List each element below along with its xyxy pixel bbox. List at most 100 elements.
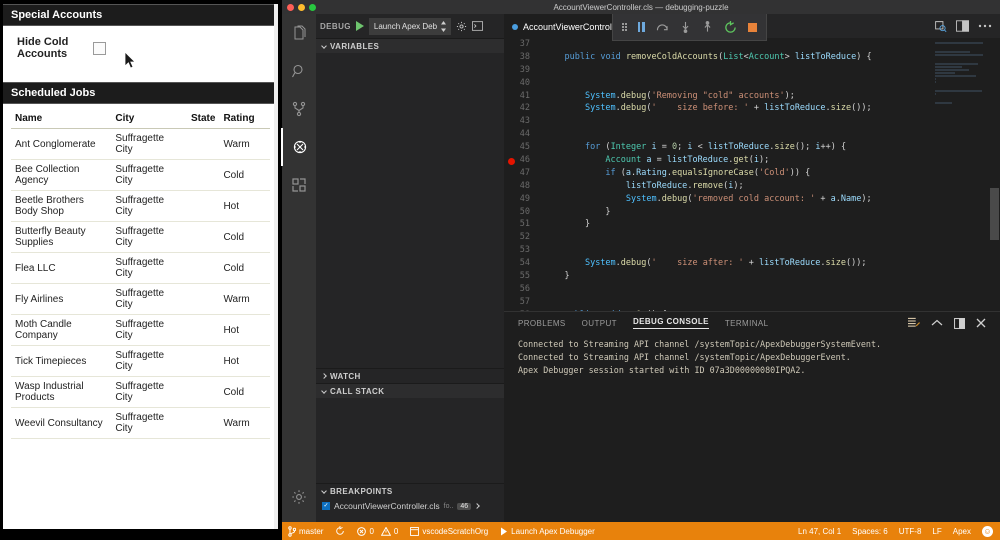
table-row[interactable]: Weevil Consultancy Suffragette City Warm: [11, 407, 270, 439]
code-line[interactable]: 56: [504, 283, 1000, 296]
bottom-panel: PROBLEMS OUTPUT DEBUG CONSOLE TERMINAL C…: [504, 311, 1000, 522]
status-git-branch[interactable]: master: [288, 525, 323, 537]
editor-vertical-scrollbar[interactable]: [988, 38, 1000, 312]
code-line[interactable]: 53: [504, 244, 1000, 257]
code-line[interactable]: 54 System.debug(' size after: ' + listTo…: [504, 257, 1000, 270]
maximize-panel-icon[interactable]: [954, 317, 965, 329]
section-call-stack[interactable]: CALL STACK: [316, 383, 504, 398]
table-row[interactable]: Beetle Brothers Body Shop Suffragette Cit…: [11, 190, 270, 222]
code-line[interactable]: 49 System.debug('removed cold account: '…: [504, 193, 1000, 206]
column-header-city[interactable]: City: [111, 110, 187, 129]
code-line[interactable]: 48 listToReduce.remove(i);: [504, 180, 1000, 193]
activity-extensions-icon[interactable]: [282, 166, 316, 204]
debug-settings-gear-icon[interactable]: [456, 21, 467, 32]
activity-source-control-icon[interactable]: [282, 90, 316, 128]
debug-config-dropdown[interactable]: Launch Apex Deb: [368, 17, 452, 35]
drag-handle-icon[interactable]: [622, 23, 627, 31]
cell-name: Ant Conglomerate: [11, 128, 112, 160]
code-line[interactable]: 46 Account a = listToReduce.get(i);: [504, 154, 1000, 167]
breakpoint-enabled-checkbox[interactable]: ✓: [322, 502, 330, 510]
step-over-icon[interactable]: [656, 22, 669, 33]
debug-console-output[interactable]: Connected to Streaming API channel /syst…: [504, 334, 1000, 381]
scrollbar-thumb[interactable]: [990, 188, 999, 240]
section-breakpoints[interactable]: BREAKPOINTS: [316, 483, 504, 498]
table-row[interactable]: Wasp Industrial Products Suffragette City…: [11, 376, 270, 408]
activity-explorer-icon[interactable]: [282, 14, 316, 52]
table-row[interactable]: Butterfly Beauty Supplies Suffragette Cit…: [11, 221, 270, 253]
tab-problems[interactable]: PROBLEMS: [518, 319, 566, 328]
more-actions-icon[interactable]: [978, 24, 992, 28]
chevron-right-icon[interactable]: [474, 503, 481, 509]
code-line[interactable]: 55 }: [504, 270, 1000, 283]
hide-cold-accounts-checkbox[interactable]: [93, 41, 106, 55]
minimap-line: [935, 78, 936, 80]
editor-area: AccountViewerController.cls 37 38 public…: [504, 14, 1000, 522]
cell-rating: Cold: [219, 252, 270, 284]
activity-debug-icon[interactable]: [281, 128, 317, 166]
tab-terminal[interactable]: TERMINAL: [725, 319, 769, 328]
tab-debug-console[interactable]: DEBUG CONSOLE: [632, 317, 709, 329]
code-line[interactable]: 42 System.debug(' size before: ' + listT…: [504, 102, 1000, 115]
code-line[interactable]: 52: [504, 231, 1000, 244]
status-org[interactable]: vscodeScratchOrg: [410, 527, 488, 536]
status-sync[interactable]: [335, 526, 345, 536]
close-panel-icon[interactable]: [976, 318, 986, 328]
status-launch-debugger[interactable]: Launch Apex Debugger: [500, 527, 595, 536]
status-problems[interactable]: 0 0: [357, 526, 398, 536]
editor-minimap[interactable]: [932, 38, 988, 312]
code-line[interactable]: 40: [504, 77, 1000, 90]
chevron-up-icon[interactable]: [931, 319, 943, 327]
line-number: 47: [519, 167, 530, 178]
table-row[interactable]: Tick Timepieces Suffragette City Hot: [11, 345, 270, 377]
column-header-rating[interactable]: Rating: [219, 110, 270, 129]
column-header-state[interactable]: State: [186, 110, 220, 129]
code-line[interactable]: 50 }: [504, 206, 1000, 219]
minimap-line: [935, 54, 983, 56]
table-row[interactable]: Bee Collection Agency Suffragette City Col…: [11, 159, 270, 191]
table-row[interactable]: Flea LLC Suffragette City Cold: [11, 252, 270, 284]
code-line[interactable]: 41 System.debug('Removing "cold" account…: [504, 90, 1000, 103]
activity-search-icon[interactable]: [282, 52, 316, 90]
section-variables[interactable]: VARIABLES: [316, 38, 504, 53]
salesforce-scrollbar[interactable]: [274, 4, 278, 529]
editor-tabs-row: AccountViewerController.cls: [504, 14, 1000, 41]
restart-icon[interactable]: [724, 20, 737, 34]
table-row[interactable]: Fly Airlines Suffragette City Warm: [11, 283, 270, 315]
status-cursor-position[interactable]: Ln 47, Col 1: [798, 527, 841, 536]
table-row[interactable]: Moth Candle Company Suffragette City Hot: [11, 314, 270, 346]
stop-icon[interactable]: [747, 22, 757, 32]
open-debug-console-icon[interactable]: [472, 21, 484, 31]
table-row[interactable]: Ant Conglomerate Suffragette City Warm: [11, 128, 270, 160]
code-line[interactable]: 47 if (a.Rating.equalsIgnoreCase('Cold')…: [504, 167, 1000, 180]
split-preview-icon[interactable]: [934, 20, 947, 33]
activity-settings-gear-icon[interactable]: [282, 478, 316, 516]
status-indentation[interactable]: Spaces: 6: [852, 527, 888, 536]
feedback-smiley-icon[interactable]: ☺: [982, 525, 993, 537]
code-line[interactable]: 57: [504, 296, 1000, 309]
debug-launch-toolbar: DEBUG Launch Apex Deb: [316, 14, 504, 38]
floating-debug-toolbar[interactable]: [612, 14, 767, 41]
step-into-icon[interactable]: [680, 21, 691, 33]
tab-output[interactable]: OUTPUT: [582, 319, 617, 328]
column-header-name[interactable]: Name: [11, 110, 112, 129]
code-line[interactable]: 44: [504, 128, 1000, 141]
code-editor[interactable]: 37 38 public void removeColdAccounts(List…: [504, 38, 1000, 312]
breakpoint-item[interactable]: ✓ AccountViewerController.cls fo.. 46: [316, 498, 504, 514]
code-line[interactable]: 45 for (Integer i = 0; i < listToReduce.…: [504, 141, 1000, 154]
code-line[interactable]: 43: [504, 115, 1000, 128]
pause-icon[interactable]: [637, 22, 645, 32]
status-encoding[interactable]: UTF-8: [899, 527, 922, 536]
clear-console-icon[interactable]: [908, 317, 920, 329]
status-eol[interactable]: LF: [932, 527, 941, 536]
line-number: 39: [519, 64, 530, 75]
code-line[interactable]: 39: [504, 64, 1000, 77]
start-debugging-icon[interactable]: [355, 21, 364, 31]
code-line[interactable]: 51 }: [504, 218, 1000, 231]
section-watch[interactable]: WATCH: [316, 368, 504, 383]
step-out-icon[interactable]: [702, 21, 713, 33]
code-line[interactable]: 38 public void removeColdAccounts(List<A…: [504, 51, 1000, 64]
breakpoint-dot-icon[interactable]: [508, 157, 515, 165]
split-editor-icon[interactable]: [956, 20, 969, 32]
editor-tab-actions: [934, 14, 1000, 38]
status-language-mode[interactable]: Apex: [953, 527, 971, 536]
